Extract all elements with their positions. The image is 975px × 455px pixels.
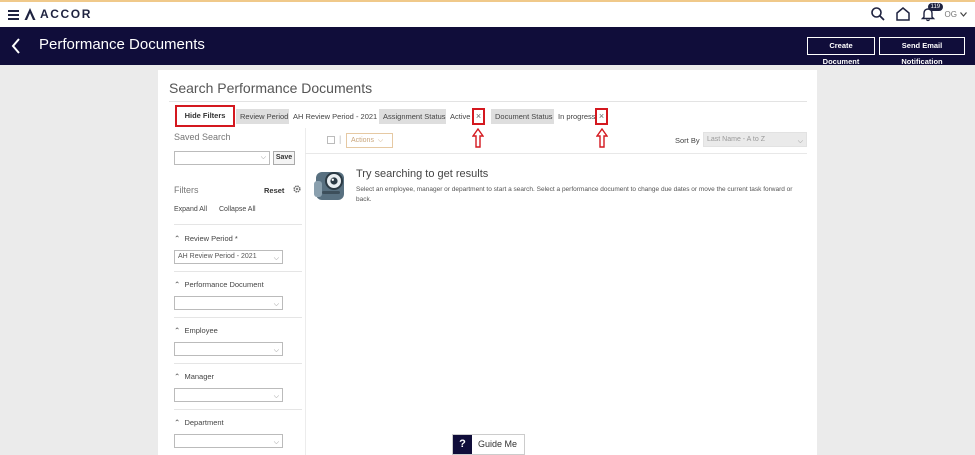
send-email-notification-button[interactable]: Send Email Notification xyxy=(879,37,965,66)
top-brand-bar: ACCOR 119 OG xyxy=(0,0,975,27)
back-arrow-icon[interactable] xyxy=(10,37,22,55)
sort-value: Last Name - A to Z xyxy=(707,136,765,143)
filter-chip-label: Review Period xyxy=(236,109,293,124)
actions-label: Actions xyxy=(351,137,374,144)
filter-group-employee[interactable]: ⌃ Employee xyxy=(174,326,218,335)
department-select[interactable]: ⌵ xyxy=(174,434,283,448)
divider xyxy=(174,317,302,318)
filter-group-label: Department xyxy=(184,418,224,427)
filter-chip-label: Document Status xyxy=(491,109,557,124)
saved-search-label: Saved Search xyxy=(174,132,231,142)
save-search-button[interactable]: Save xyxy=(273,151,295,165)
filter-group-label: Employee xyxy=(184,326,218,335)
manager-select[interactable]: ⌵ xyxy=(174,388,283,402)
page-header: Performance Documents Create Document Se… xyxy=(0,27,975,66)
divider xyxy=(174,271,302,272)
accor-logo-icon xyxy=(24,8,36,20)
sort-by-label: Sort By xyxy=(675,136,700,145)
filter-group-label: Review Period * xyxy=(184,234,238,243)
filter-group-manager[interactable]: ⌃ Manager xyxy=(174,372,214,381)
search-panel: Search Performance Documents Hide Filter… xyxy=(158,70,817,455)
filter-chip-label: Assignment Status xyxy=(379,109,450,124)
chevron-down-icon: ⌵ xyxy=(273,301,279,308)
create-document-button[interactable]: Create Document xyxy=(807,37,875,66)
guide-me-button[interactable]: ? Guide Me xyxy=(452,434,525,455)
select-value: AH Review Period - 2021 xyxy=(178,253,257,260)
sort-by-select[interactable]: Last Name - A to Z ⌵ xyxy=(703,132,807,147)
divider xyxy=(174,363,302,364)
saved-search-select[interactable]: ⌵ xyxy=(174,151,270,165)
chevron-down-icon: ⌵ xyxy=(273,439,279,446)
hide-filters-button[interactable]: Hide Filters xyxy=(175,105,235,127)
divider xyxy=(174,409,302,410)
chevron-down-icon xyxy=(960,11,967,17)
user-initials: OG xyxy=(944,9,957,19)
filter-group-label: Performance Document xyxy=(184,280,264,289)
remove-assignment-status-filter-button[interactable]: × xyxy=(472,108,485,125)
review-period-select[interactable]: AH Review Period - 2021 ⌵ xyxy=(174,250,283,264)
notification-badge: 119 xyxy=(927,3,944,11)
chevron-down-icon: ⌵ xyxy=(273,393,279,400)
reset-filters-link[interactable]: Reset xyxy=(264,186,284,195)
actions-dropdown[interactable]: Actions ⌵ xyxy=(346,133,393,148)
chevron-down-icon: ⌵ xyxy=(273,255,279,262)
expand-all-link[interactable]: Expand All xyxy=(174,206,207,213)
select-all-checkbox[interactable] xyxy=(327,136,335,144)
search-title: Search Performance Documents xyxy=(169,80,373,96)
chevron-down-icon: ⌵ xyxy=(797,138,803,145)
home-icon[interactable] xyxy=(895,6,911,22)
divider xyxy=(169,101,807,102)
user-menu[interactable]: OG xyxy=(945,10,967,19)
empty-state-title: Try searching to get results xyxy=(356,168,489,180)
brand-logo[interactable]: ACCOR xyxy=(23,7,92,21)
chevron-down-icon: ⌵ xyxy=(273,347,279,354)
guide-me-label: Guide Me xyxy=(478,439,518,449)
brand-name: ACCOR xyxy=(40,7,92,21)
chevron-down-icon: ⌵ xyxy=(260,154,266,161)
performance-document-select[interactable]: ⌵ xyxy=(174,296,283,310)
empty-state-text: Select an employee, manager or departmen… xyxy=(356,186,793,203)
search-icon[interactable] xyxy=(870,6,886,22)
annotation-arrow-up-icon xyxy=(472,128,484,148)
filter-group-department[interactable]: ⌃ Department xyxy=(174,418,224,427)
filter-group-review-period[interactable]: ⌃ Review Period * xyxy=(174,234,238,243)
employee-select[interactable]: ⌵ xyxy=(174,342,283,356)
filters-label: Filters xyxy=(174,185,199,195)
filter-group-label: Manager xyxy=(184,372,215,381)
filter-chip-value: Active xyxy=(446,109,475,124)
annotation-arrow-up-icon xyxy=(596,128,608,148)
column-divider xyxy=(305,128,306,455)
remove-document-status-filter-button[interactable]: × xyxy=(595,108,608,125)
page-title: Performance Documents xyxy=(39,36,205,53)
search-illustration-icon xyxy=(314,172,344,200)
divider xyxy=(174,224,302,225)
divider xyxy=(305,153,807,154)
help-icon: ? xyxy=(453,435,472,454)
collapse-all-link[interactable]: Collapse All xyxy=(219,206,256,213)
notifications-button[interactable]: 119 xyxy=(920,3,944,22)
chevron-down-icon: ⌵ xyxy=(377,137,384,144)
separator: | xyxy=(339,134,342,144)
gear-icon[interactable] xyxy=(292,184,302,194)
filter-group-performance-document[interactable]: ⌃ Performance Document xyxy=(174,280,264,289)
filter-chip-value: AH Review Period - 2021 xyxy=(289,109,382,124)
menu-icon[interactable] xyxy=(8,10,19,20)
filter-chip-value: In progress xyxy=(554,109,600,124)
